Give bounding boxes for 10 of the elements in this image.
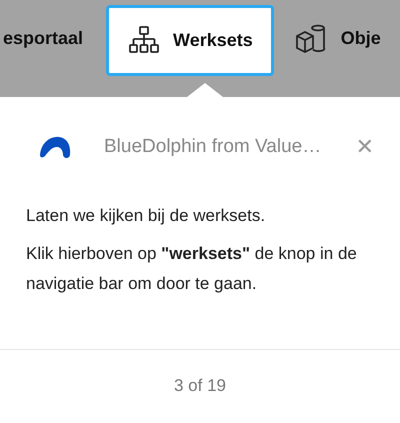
dolphin-logo-icon	[38, 135, 72, 159]
instruction-text: Klik hierboven op "werksets" de knop in de navigatie bar om door te gaan.	[26, 243, 358, 295]
cube-icon	[294, 23, 327, 53]
instruction-text: Laten we kijken bij de werksets.	[26, 205, 266, 227]
nav-tab[interactable]: Werksets	[106, 4, 274, 76]
nav-tab[interactable]: Obje	[274, 6, 400, 70]
step-counter: 3 of 19	[174, 376, 226, 395]
popup-title: BlueDolphin from Value…	[104, 136, 322, 158]
hierarchy-icon	[129, 26, 160, 54]
nav-tab[interactable]: esportaal	[0, 6, 106, 70]
